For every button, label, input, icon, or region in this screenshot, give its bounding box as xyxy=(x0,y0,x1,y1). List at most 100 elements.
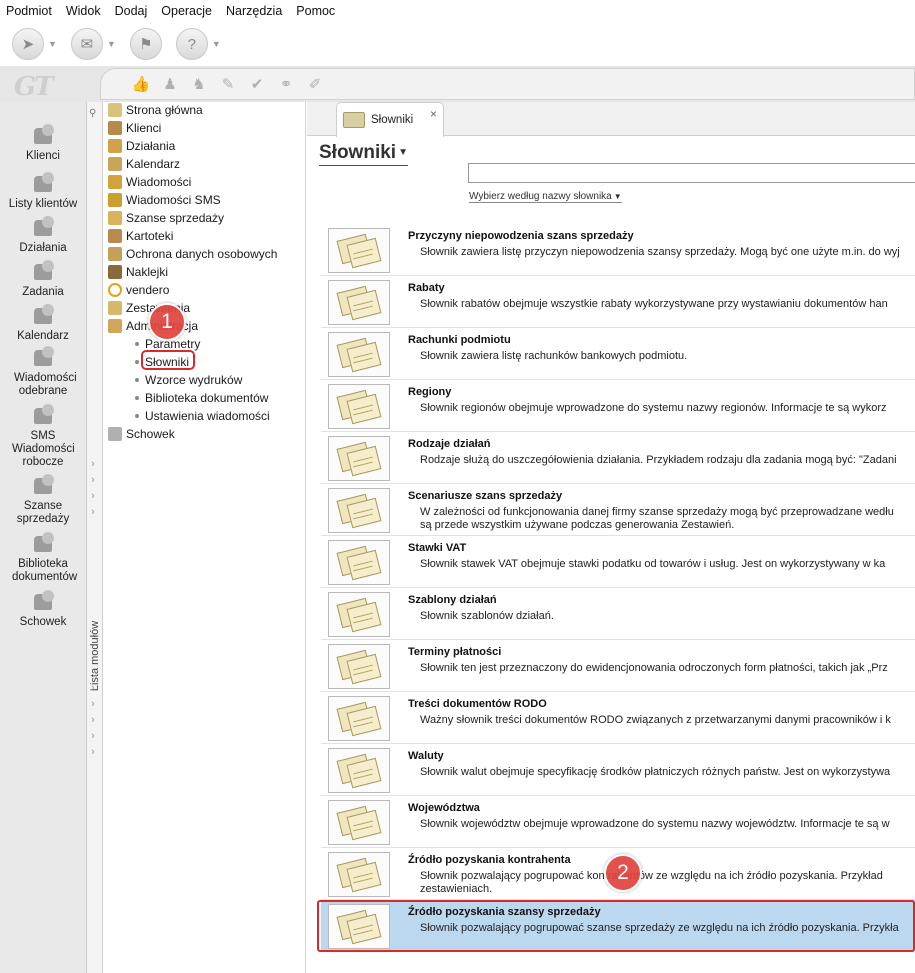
chevron-right-icon[interactable]: › xyxy=(91,458,95,470)
module-listy-klientow[interactable]: Listy klientów xyxy=(0,172,86,211)
dictionary-row[interactable]: Województwa Słownik województw obejmuje … xyxy=(321,796,915,848)
tab-slowniki[interactable]: Słowniki × xyxy=(336,102,444,137)
stamp-button[interactable]: ⚑ xyxy=(129,28,162,60)
module-wiadomosci-odebrane[interactable]: Wiadomości odebrane xyxy=(0,346,86,398)
clipboard-icon xyxy=(108,427,122,441)
tree-item-wiadomosci[interactable]: Wiadomości xyxy=(108,173,191,191)
check-icon[interactable]: ✔ xyxy=(245,75,269,93)
shield-icon xyxy=(108,247,122,261)
chevron-down-icon[interactable]: ▼ xyxy=(107,39,116,49)
tree-item-kartoteki[interactable]: Kartoteki xyxy=(108,227,173,245)
chevron-right-icon[interactable]: › xyxy=(91,506,95,518)
chevron-down-icon[interactable]: ▼ xyxy=(212,39,221,49)
sms-icon xyxy=(28,404,58,428)
search-input[interactable] xyxy=(468,163,915,183)
search-type-label: Wybierz według nazwy słownika xyxy=(469,191,612,202)
search-type-dropdown[interactable]: Wybierz według nazwy słownika ▼ xyxy=(469,191,622,203)
module-szanse-sprzedazy[interactable]: Szanse sprzedaży xyxy=(0,474,86,526)
menu-narzedzia[interactable]: Narzędzia xyxy=(226,4,282,18)
dictionary-row[interactable]: Regiony Słownik regionów obejmuje wprowa… xyxy=(321,380,915,432)
chevron-right-icon[interactable]: › xyxy=(91,746,95,758)
clients-icon xyxy=(108,121,122,135)
tree-item-kalendarz[interactable]: Kalendarz xyxy=(108,155,180,173)
dictionary-row[interactable]: Szablony działań Słownik szablonów dział… xyxy=(321,588,915,640)
tree-subitem-biblioteka-dokumentow[interactable]: Biblioteka dokumentów xyxy=(135,389,268,407)
tree-item-dzialania[interactable]: Działania xyxy=(108,137,175,155)
wrench-icon[interactable]: ✎ xyxy=(216,75,240,93)
bullet-icon xyxy=(135,414,139,418)
dictionary-icon xyxy=(343,112,365,128)
tree-item-label: Kalendarz xyxy=(126,157,181,171)
module-dzialania[interactable]: Działania xyxy=(0,216,86,255)
chevron-right-icon[interactable]: › xyxy=(91,698,95,710)
menu-operacje[interactable]: Operacje xyxy=(161,4,212,18)
module-klienci[interactable]: Klienci xyxy=(0,124,86,163)
dictionary-row[interactable]: Waluty Słownik walut obejmuje specyfikac… xyxy=(321,744,915,796)
chevron-right-icon[interactable]: › xyxy=(91,730,95,742)
module-sms-wiadomosci-robocze[interactable]: SMS Wiadomości robocze xyxy=(0,404,86,469)
tree-item-naklejki[interactable]: Naklejki xyxy=(108,263,168,281)
chevron-right-icon[interactable]: › xyxy=(91,474,95,486)
dictionary-row[interactable]: Przyczyny niepowodzenia szans sprzedaży … xyxy=(321,224,915,276)
thumbs-up-icon[interactable]: 👍 xyxy=(129,75,153,93)
report-icon xyxy=(108,301,122,315)
dictionary-icon xyxy=(328,852,390,897)
module-list-panel[interactable]: ⚲ › › › › Lista modułów › › › › › xyxy=(86,102,103,973)
pin-icon[interactable]: ⚲ xyxy=(89,108,96,119)
tree-item-ochrona-danych[interactable]: Ochrona danych osobowych xyxy=(108,245,277,263)
module-zadania[interactable]: Zadania xyxy=(0,260,86,299)
menu-widok[interactable]: Widok xyxy=(66,4,101,18)
chevron-down-icon[interactable]: ▼ xyxy=(48,39,57,49)
module-kalendarz[interactable]: Kalendarz xyxy=(0,304,86,343)
dictionary-row[interactable]: Rodzaje działań Rodzaje służą do uszczeg… xyxy=(321,432,915,484)
tree-item-label: Kartoteki xyxy=(126,229,174,243)
chevron-right-icon[interactable]: › xyxy=(91,682,95,694)
menu-dodaj[interactable]: Dodaj xyxy=(115,4,148,18)
help-button[interactable]: ? ▼ xyxy=(175,28,221,60)
tree-subitem-ustawienia-wiadomosci[interactable]: Ustawienia wiadomości xyxy=(135,407,270,425)
person-icon[interactable]: ♟ xyxy=(158,75,182,93)
message-button[interactable]: ✉ ▼ xyxy=(70,28,116,60)
dictionary-row[interactable]: Rachunki podmiotu Słownik zawiera listę … xyxy=(321,328,915,380)
dictionary-title: Źródło pozyskania kontrahenta xyxy=(408,854,571,866)
page-title-text: Słowniki xyxy=(319,142,397,163)
tag-icon[interactable]: ✐ xyxy=(303,75,327,93)
tree-item-szanse-sprzedazy[interactable]: Szanse sprzedaży xyxy=(108,209,224,227)
tab-label: Słowniki xyxy=(371,114,414,126)
dictionary-icon xyxy=(328,644,390,689)
module-schowek[interactable]: Schowek xyxy=(0,590,86,629)
tree-item-strona-glowna[interactable]: Strona główna xyxy=(108,101,203,119)
network-icon[interactable]: ⚭ xyxy=(274,75,298,93)
close-icon[interactable]: × xyxy=(430,107,437,121)
actions-icon xyxy=(28,216,58,240)
navigate-button[interactable]: ➤ ▼ xyxy=(12,28,57,60)
tree-item-klienci[interactable]: Klienci xyxy=(108,119,161,137)
tree-item-label: Schowek xyxy=(126,427,175,441)
dictionary-title: Rabaty xyxy=(408,282,445,294)
dictionary-title: Przyczyny niepowodzenia szans sprzedaży xyxy=(408,230,634,242)
menu-podmiot[interactable]: Podmiot xyxy=(6,4,52,18)
dictionary-row[interactable]: Scenariusze szans sprzedaży W zależności… xyxy=(321,484,915,536)
dictionary-row[interactable]: Terminy płatności Słownik ten jest przez… xyxy=(321,640,915,692)
tree-subitem-wzorce-wydrukow[interactable]: Wzorce wydruków xyxy=(135,371,242,389)
module-label: Zadania xyxy=(22,286,64,298)
chevron-right-icon[interactable]: › xyxy=(91,490,95,502)
tree-item-wiadomosci-sms[interactable]: Wiadomości SMS xyxy=(108,191,221,209)
dictionary-title: Waluty xyxy=(408,750,444,762)
dictionary-icon xyxy=(328,748,390,793)
dictionary-icon xyxy=(328,332,390,377)
clipboard-icon xyxy=(28,590,58,614)
dictionary-row[interactable]: Rabaty Słownik rabatów obejmuje wszystki… xyxy=(321,276,915,328)
menu-pomoc[interactable]: Pomoc xyxy=(296,4,335,18)
message-icon xyxy=(108,175,122,189)
tree-item-schowek[interactable]: Schowek xyxy=(108,425,175,443)
module-biblioteka-dokumentow[interactable]: Biblioteka dokumentów xyxy=(0,532,86,584)
tree-item-vendero[interactable]: vendero xyxy=(108,281,169,299)
sales-chances-icon xyxy=(108,211,122,225)
module-label: Wiadomości odebrane xyxy=(14,372,77,397)
dictionary-row[interactable]: Stawki VAT Słownik stawek VAT obejmuje s… xyxy=(321,536,915,588)
dictionary-row[interactable]: Treści dokumentów RODO Ważny słownik tre… xyxy=(321,692,915,744)
people-icon[interactable]: ♞ xyxy=(187,75,211,93)
page-title[interactable]: Słowniki ▼ xyxy=(319,142,408,166)
chevron-right-icon[interactable]: › xyxy=(91,714,95,726)
